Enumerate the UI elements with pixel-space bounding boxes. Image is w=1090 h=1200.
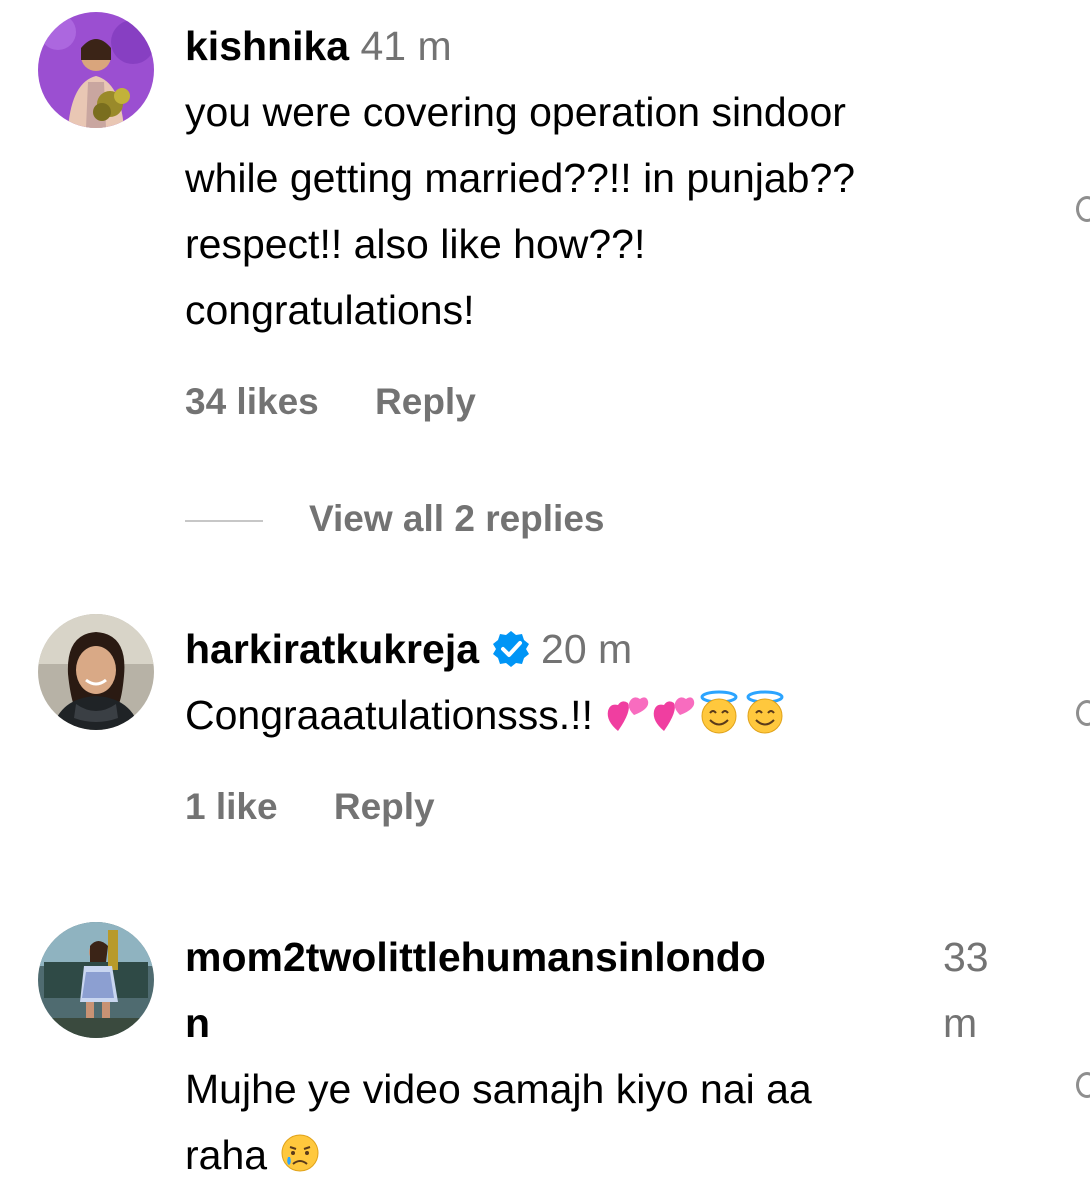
comment-header: mom2twolittlehumansinlondo n 33 m [185,924,1015,1056]
like-count[interactable]: 1 like [185,786,278,828]
reply-button[interactable]: Reply [375,381,476,423]
like-heart-icon[interactable] [1076,1072,1090,1098]
view-replies-label: View all 2 replies [309,498,605,539]
verified-badge-icon [493,631,530,667]
timestamp-line: m [943,1000,978,1046]
timestamp: 20 m [541,626,633,672]
comment-text: Congraaatulationsss.!! [185,682,1055,748]
smiling-halo-icon [746,690,784,734]
username[interactable]: kishnika [185,23,349,69]
comment-text-line: while getting married??!! in punjab?? [185,155,856,201]
comment-text-line: raha [185,1132,268,1178]
comment-text: you were covering operation sindoor whil… [185,79,1055,343]
comment-header: harkiratkukreja 20 m [185,616,1055,682]
heart-icon [654,697,695,731]
crying-face-icon [281,1134,319,1172]
divider-line [185,520,263,523]
smiling-halo-icon [700,690,738,734]
like-heart-icon[interactable] [1076,700,1090,726]
avatar-harkiratkukreja[interactable] [38,614,154,730]
comment-header: kishnika 41 m [185,13,1055,79]
avatar-mom2twolittlehumansinlondon[interactable] [38,922,154,1038]
heart-icon [608,697,649,731]
comment-text-line: respect!! also like how??! [185,221,646,267]
username[interactable]: mom2twolittlehumansinlondo [185,934,766,980]
like-count[interactable]: 34 likes [185,381,319,423]
comment-text: Mujhe ye video samajh kiyo nai aa raha [185,1056,1055,1188]
view-replies-button[interactable]: View all 2 replies [185,498,605,540]
comment-text-line: Congraaatulationsss.!! [185,692,593,738]
comment-text-line: you were covering operation sindoor [185,89,846,135]
comment-text-line: Mujhe ye video samajh kiyo nai aa [185,1066,812,1112]
timestamp-line: 33 [943,934,989,980]
like-heart-icon[interactable] [1076,196,1090,222]
username-wrap[interactable]: n [185,1000,210,1046]
username[interactable]: harkiratkukreja [185,626,479,672]
comment-text-line: congratulations! [185,287,475,333]
avatar-kishnika[interactable] [38,12,154,128]
reply-button[interactable]: Reply [334,786,435,828]
timestamp: 33 m [943,924,1023,1056]
comment-actions: 34 likes Reply [185,381,1055,423]
comment-actions: 1 like Reply [185,786,1055,828]
comments-list: kishnika 41 m you were covering operatio… [0,0,1090,1200]
timestamp: 41 m [360,23,452,69]
